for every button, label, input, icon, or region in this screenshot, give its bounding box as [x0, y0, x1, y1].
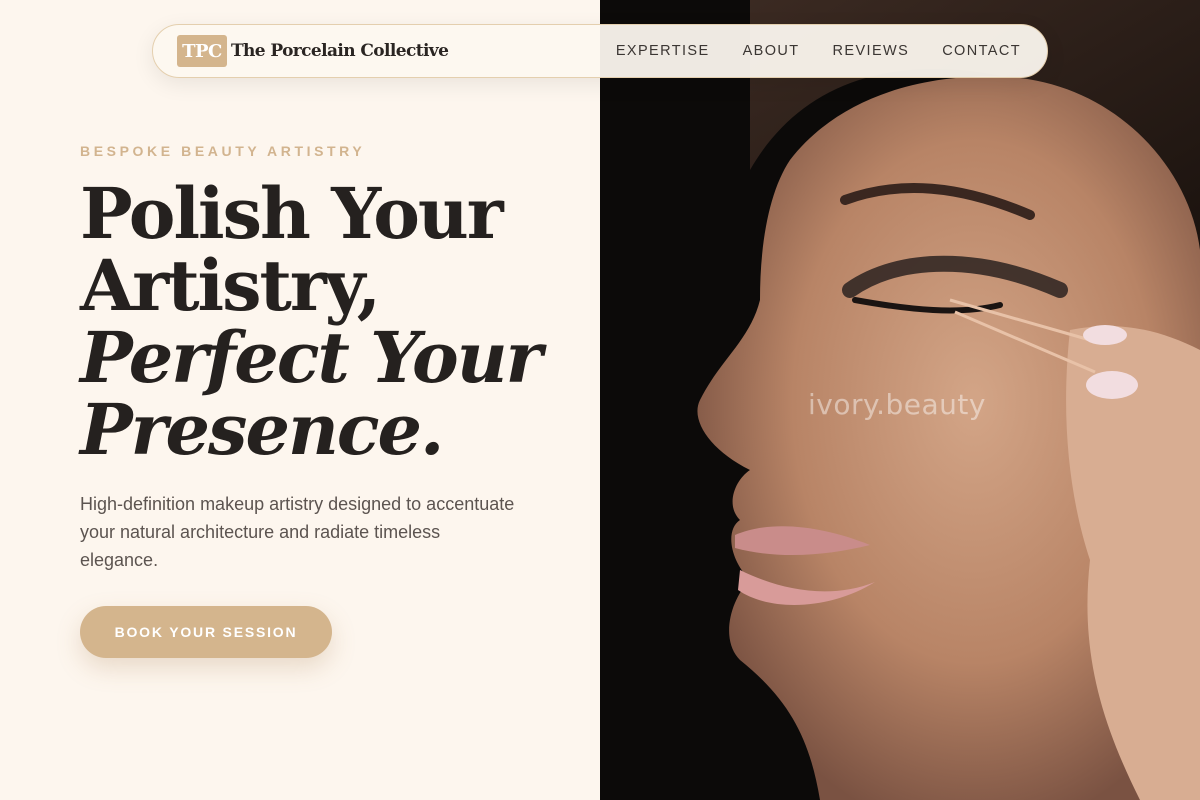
nav-link-expertise[interactable]: EXPERTISE	[616, 43, 710, 59]
hero-eyebrow: BESPOKE BEAUTY ARTISTRY	[80, 143, 366, 159]
headline-line-4: Presence.	[80, 388, 444, 471]
nav-link-contact[interactable]: CONTACT	[942, 43, 1021, 59]
nav-link-about[interactable]: ABOUT	[743, 43, 800, 59]
top-navigation: TPC The Porcelain Collective EXPERTISE A…	[152, 24, 1048, 78]
nav-links: EXPERTISE ABOUT REVIEWS CONTACT	[616, 43, 1023, 59]
book-session-button[interactable]: BOOK YOUR SESSION	[80, 606, 332, 658]
nav-link-reviews[interactable]: REVIEWS	[833, 43, 910, 59]
headline-line-1: Polish Your	[80, 172, 504, 255]
hero-headline: Polish Your Artistry, Perfect Your Prese…	[80, 172, 542, 471]
logo-monogram: TPC	[177, 35, 227, 67]
brand-logo[interactable]: TPC The Porcelain Collective	[177, 35, 449, 67]
hero-subtext: High-definition makeup artistry designed…	[80, 494, 515, 570]
headline-line-2: Artistry,	[80, 244, 381, 327]
brand-name: The Porcelain Collective	[231, 41, 449, 61]
headline-line-3: Perfect Your	[80, 316, 542, 399]
watermark-text: ivory.beauty	[808, 388, 986, 421]
